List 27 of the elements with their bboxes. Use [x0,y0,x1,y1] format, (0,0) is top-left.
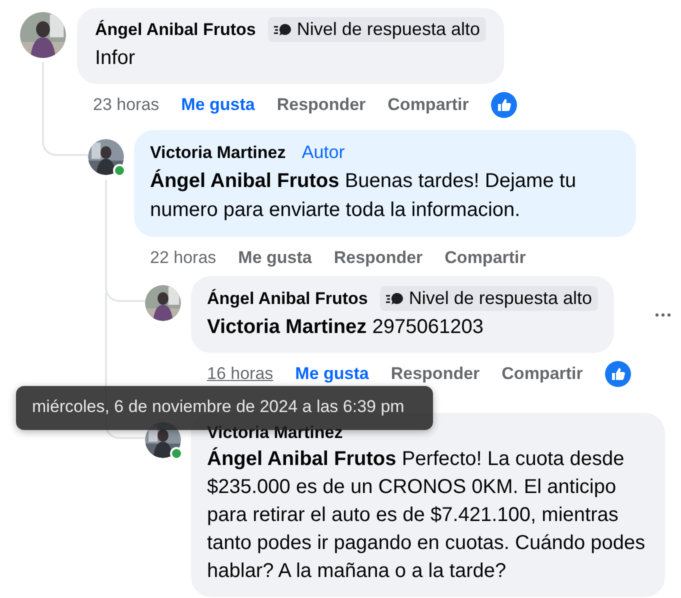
timestamp-link[interactable]: 23 horas [93,95,160,115]
thumbs-up-icon[interactable] [604,361,631,387]
like-link[interactable]: Me gusta [238,248,312,268]
thumbs-up-icon[interactable] [490,92,517,118]
author-name[interactable]: Ángel Anibal Frutos [95,20,256,40]
reply-link[interactable]: Responder [334,248,423,268]
response-badge: Nivel de respuesta alto [268,17,486,42]
comment-text: Ángel Anibal Frutos Buenas tardes! Dejame tu numero para enviarte toda la informacion. [150,168,578,223]
share-link[interactable]: Compartir [388,95,469,115]
share-link[interactable]: Compartir [502,364,583,384]
timestamp-link[interactable]: 16 horas [207,364,274,384]
comment-text: Infor [95,46,136,71]
comment-text: Victoria Martinez 2975061203 [207,315,484,340]
response-badge: Nivel de respuesta alto [380,286,598,311]
like-link[interactable]: Me gusta [295,364,369,384]
date-tooltip: miércoles, 6 de noviembre de 2024 a las 6:39 pm [16,386,433,430]
share-link[interactable]: Compartir [444,248,526,268]
author-name[interactable]: Victoria Martinez [150,142,286,162]
speech-bubble-icon [274,22,292,36]
author-label: Autor [300,141,346,164]
timestamp-link[interactable]: 22 horas [150,248,216,268]
reply-link[interactable]: Responder [390,364,480,384]
comment-text: Ángel Anibal Frutos Perfecto! La cuota desde $235.000 es de un CRONOS 0KM. El anticipo para retirar el auto es de $7.421.100, mientras tanto podes ir pagando en cuotas. Cuándo podes hablar? A la mañana o a la tarde? [207,446,646,584]
author-name[interactable]: Ángel Anibal Frutos [207,288,368,308]
reply-link[interactable]: Responder [276,95,366,115]
speech-bubble-icon [386,292,404,306]
like-link[interactable]: Me gusta [181,95,255,115]
